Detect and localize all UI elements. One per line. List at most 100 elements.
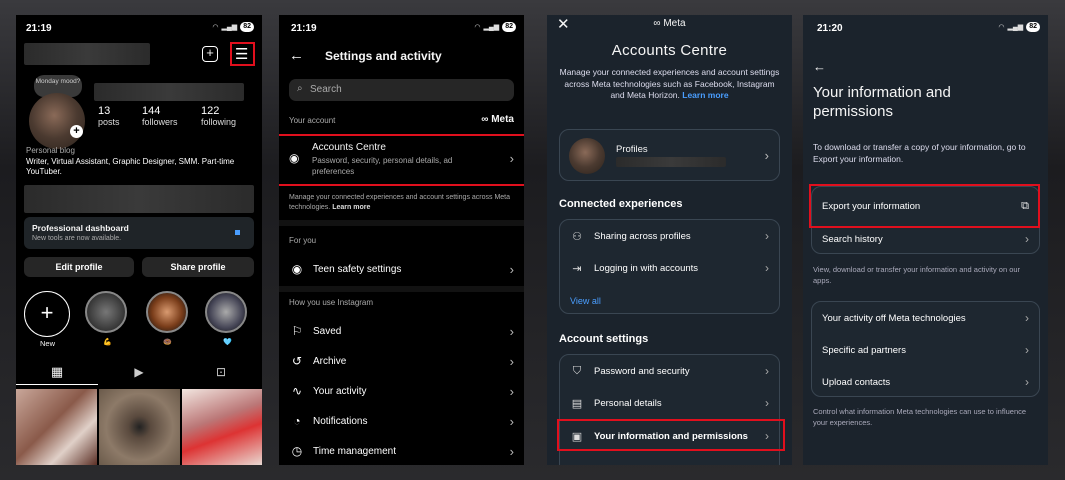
your-activity-item[interactable]: ∿ Your activity › — [289, 379, 514, 403]
your-information-highlight — [557, 419, 785, 451]
meta-logo: ∞ Meta — [653, 18, 686, 29]
login-icon: ⇥ — [572, 262, 582, 275]
id-card-icon: ▤ — [571, 397, 583, 410]
chevron-right-icon: › — [1025, 232, 1029, 246]
activity-off-label: Your activity off Meta technologies — [822, 312, 966, 324]
upload-contacts-label: Upload contacts — [822, 376, 891, 388]
status-time: 21:19 — [291, 23, 317, 34]
battery-icon: 82 — [240, 22, 254, 32]
story-highlight[interactable] — [146, 291, 188, 333]
edit-profile-button[interactable]: Edit profile — [24, 257, 134, 277]
stat-number: 144 — [142, 105, 161, 117]
hamburger-menu-icon[interactable]: ☰ — [235, 45, 248, 63]
chevron-right-icon: › — [765, 396, 769, 410]
status-icons: ◠ ▂▄▆ 82 — [998, 22, 1040, 32]
teen-safety-label: Teen safety settings — [313, 263, 402, 275]
share-profile-button[interactable]: Share profile — [142, 257, 254, 277]
create-post-icon[interactable]: + — [202, 46, 218, 62]
chevron-right-icon: › — [1025, 311, 1029, 325]
story-highlight[interactable] — [205, 291, 247, 333]
clock-icon: ◷ — [291, 444, 303, 458]
stat-label: posts — [98, 117, 120, 127]
bio-text: Writer, Virtual Assistant, Graphic Desig… — [26, 157, 235, 176]
stat-number: 122 — [201, 105, 220, 117]
stat-followers[interactable]: 144 followers — [142, 105, 178, 127]
tagged-tab-icon[interactable]: ⊡ — [180, 361, 262, 385]
stat-label: followers — [142, 117, 178, 127]
specific-ad-partners-item[interactable]: Specific ad partners › — [812, 334, 1039, 366]
dashboard-subtitle: New tools are now available. — [32, 235, 122, 242]
profiles-card[interactable]: Profiles › — [559, 129, 780, 181]
highlight-emoji: 💪 — [103, 339, 112, 346]
stat-posts[interactable]: 13 posts — [98, 105, 120, 127]
chevron-right-icon: › — [509, 261, 514, 277]
personal-details-item[interactable]: ▤ Personal details › — [560, 387, 779, 419]
sharing-label: Sharing across profiles — [594, 230, 691, 242]
dashboard-title: Professional dashboard — [32, 223, 129, 233]
chevron-right-icon: › — [509, 413, 514, 429]
your-activity-label: Your activity — [313, 385, 367, 397]
learn-more-link[interactable]: Learn more — [332, 204, 370, 211]
settings-screen: 21:19 ◠ ▂▄▆ 82 ← Settings and activity ⌕… — [279, 15, 524, 465]
specific-ad-label: Specific ad partners — [822, 344, 906, 356]
profile-name-blurred — [616, 157, 726, 167]
control-text: Control what information Meta technologi… — [813, 407, 1027, 427]
status-time: 21:20 — [817, 23, 843, 34]
reels-tab-icon[interactable]: ▶ — [98, 361, 180, 385]
wifi-icon: ◠ — [998, 24, 1005, 31]
view-all-link[interactable]: View all — [570, 296, 601, 306]
avatar[interactable] — [29, 93, 85, 149]
post-thumbnail[interactable] — [182, 389, 262, 465]
back-arrow-icon[interactable]: ← — [813, 59, 826, 74]
accounts-centre-screen: ✕ ∞ Meta Accounts Centre Manage your con… — [547, 15, 792, 465]
chevron-right-icon: › — [509, 323, 514, 339]
professional-dashboard[interactable]: Professional dashboard New tools are now… — [24, 217, 254, 249]
add-story-icon[interactable]: + — [70, 125, 83, 138]
link-blurred — [24, 185, 254, 213]
story-highlight[interactable] — [85, 291, 127, 333]
dashboard-dot-icon — [235, 230, 240, 235]
chevron-right-icon: › — [765, 364, 769, 378]
search-input[interactable]: ⌕ Search — [289, 79, 514, 101]
password-security-item[interactable]: ⛉ Password and security › — [560, 355, 779, 387]
name-blurred — [94, 83, 244, 101]
highlight-emoji: 🍩 — [163, 339, 172, 346]
activity-off-meta-item[interactable]: Your activity off Meta technologies › — [812, 302, 1039, 334]
bookmark-icon: ⚐ — [291, 324, 303, 338]
archive-icon: ↺ — [291, 354, 303, 368]
archive-item[interactable]: ↺ Archive › — [289, 349, 514, 373]
user-circle-icon: ◉ — [289, 151, 300, 165]
notifications-item[interactable]: ◔ Notifications › — [289, 409, 514, 433]
stat-following[interactable]: 122 following — [201, 105, 236, 127]
accounts-centre-label: Accounts Centre — [312, 142, 386, 153]
search-history-label: Search history — [822, 233, 883, 245]
upload-contacts-item[interactable]: Upload contacts › — [812, 366, 1039, 398]
post-thumbnail[interactable] — [16, 389, 97, 465]
profiles-label: Profiles — [616, 144, 648, 155]
export-highlight — [809, 184, 1040, 228]
grid-tab-icon[interactable]: ▦ — [16, 361, 98, 385]
saved-item[interactable]: ⚐ Saved › — [289, 319, 514, 343]
connected-card: ⚇ Sharing across profiles › ⇥ Logging in… — [559, 219, 780, 314]
divider — [279, 220, 524, 226]
learn-more-link[interactable]: Learn more — [682, 90, 728, 100]
accounts-centre-sub: Password, security, personal details, ad… — [312, 156, 453, 176]
meta-logo: ∞ Meta — [481, 114, 514, 125]
page-title: Accounts Centre — [611, 42, 728, 59]
accounts-centre-item[interactable]: ◉ Accounts Centre Password, security, pe… — [289, 139, 514, 181]
intro-text: To download or transfer a copy of your i… — [813, 142, 1026, 164]
new-highlight-button[interactable]: + — [24, 291, 70, 337]
sharing-across-profiles-item[interactable]: ⚇ Sharing across profiles › — [560, 220, 779, 252]
time-management-label: Time management — [313, 445, 396, 457]
archive-label: Archive — [313, 355, 347, 367]
username-blurred — [24, 43, 150, 65]
your-information-screen: 21:20 ◠ ▂▄▆ 82 ← Your information and pe… — [803, 15, 1048, 465]
back-arrow-icon[interactable]: ← — [289, 47, 304, 64]
signal-icon: ▂▄▆ — [483, 24, 500, 31]
teen-safety-item[interactable]: ◉ Teen safety settings › — [289, 257, 514, 281]
manage-text-body: Manage your connected experiences and ac… — [289, 194, 511, 211]
time-management-item[interactable]: ◷ Time management › — [289, 439, 514, 463]
logging-in-item[interactable]: ⇥ Logging in with accounts › — [560, 252, 779, 284]
post-thumbnail[interactable] — [99, 389, 180, 465]
bell-icon: ◔ — [293, 414, 301, 428]
